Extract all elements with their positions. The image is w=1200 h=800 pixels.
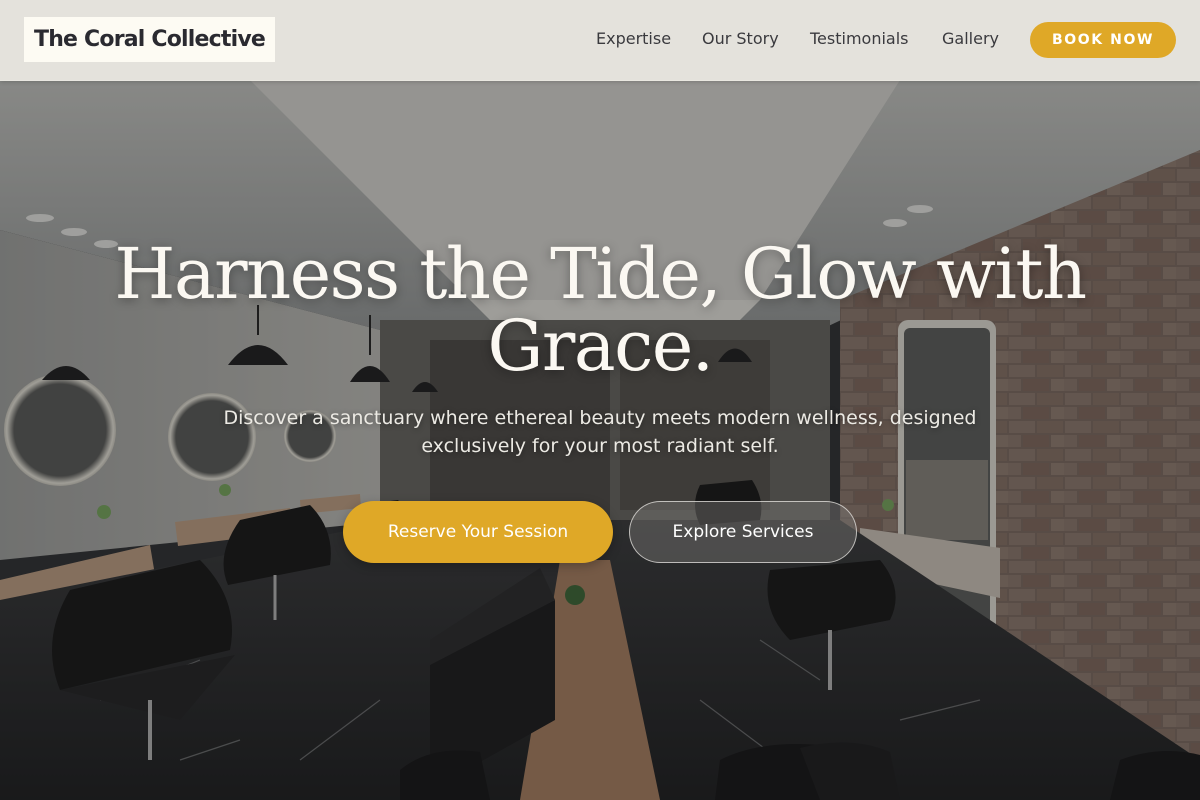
- explore-services-button[interactable]: Explore Services: [629, 501, 857, 563]
- hero-subtitle: Discover a sanctuary where ethereal beau…: [223, 407, 977, 457]
- hero-overlay: [0, 0, 1200, 800]
- nav-link-gallery[interactable]: Gallery: [942, 28, 999, 50]
- book-now-button[interactable]: BOOK NOW: [1030, 22, 1176, 58]
- nav-link-testimonials[interactable]: Testimonials: [810, 28, 909, 50]
- nav-link-expertise[interactable]: Expertise: [596, 28, 671, 50]
- hero-title: Harness the Tide, Glow with Grace.: [0, 238, 1200, 382]
- reserve-session-button[interactable]: Reserve Your Session: [343, 501, 613, 563]
- nav-link-our-story[interactable]: Our Story: [702, 28, 779, 50]
- hero-title-text: Harness the Tide, Glow with Grace.: [114, 233, 1087, 387]
- site-header: The Coral Collective Expertise Our Story…: [0, 0, 1200, 81]
- logo[interactable]: The Coral Collective: [24, 17, 275, 62]
- logo-text: The Coral Collective: [33, 27, 266, 52]
